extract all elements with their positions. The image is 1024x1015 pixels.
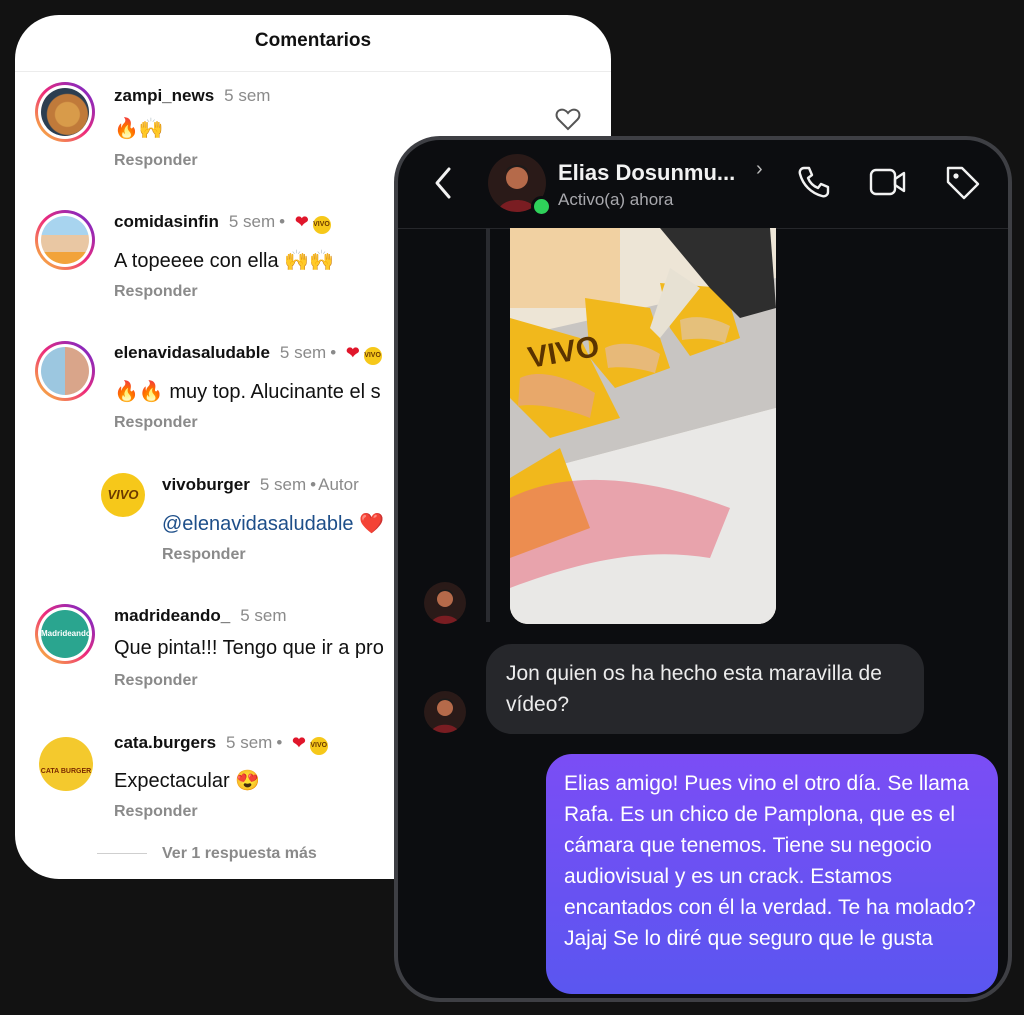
separator-dot: • xyxy=(310,475,317,494)
online-status-dot xyxy=(531,196,552,217)
comment-text: 🔥🔥 muy top. Alucinante el s xyxy=(114,381,381,403)
heart-like-icon[interactable] xyxy=(555,107,581,131)
author-label: Autor xyxy=(318,475,359,494)
video-call-icon[interactable] xyxy=(868,164,908,200)
reply-button[interactable]: Responder xyxy=(114,283,198,301)
comment-text: 🔥🙌 xyxy=(114,118,164,140)
back-arrow-icon[interactable] xyxy=(434,166,452,200)
avatar[interactable] xyxy=(35,82,95,142)
avatar[interactable]: CATA BURGER xyxy=(37,735,95,793)
contact-status: Activo(a) ahora xyxy=(558,190,674,209)
incoming-message-bubble[interactable]: Jon quien os ha hecho esta maravilla de … xyxy=(486,644,924,734)
vivo-logo: VIVO xyxy=(101,473,145,517)
view-more-replies[interactable]: Ver 1 respuesta más xyxy=(162,845,317,863)
comment-header: zampi_news 5 sem xyxy=(114,86,270,106)
divider-line xyxy=(97,853,147,854)
comment-age: 5 sem xyxy=(226,733,273,752)
separator-dot: • xyxy=(330,343,337,362)
comments-title: Comentarios xyxy=(15,15,611,72)
contact-avatar-small[interactable] xyxy=(424,582,466,624)
creator-avatar-mini: VIVO xyxy=(309,737,328,755)
avatar[interactable] xyxy=(35,341,95,401)
dm-panel: Elias Dosunmu... › Activo(a) ahora VIVO … xyxy=(394,136,1012,1002)
person-avatar-icon xyxy=(431,698,459,733)
comment-header: elenavidasaludable 5 sem • ❤ VIVO xyxy=(114,343,382,365)
reply-button[interactable]: Responder xyxy=(114,803,198,821)
reply-button[interactable]: Responder xyxy=(114,672,198,690)
comment-age: 5 sem xyxy=(224,86,271,105)
outgoing-message-bubble[interactable]: Elias amigo! Pues vino el otro día. Se l… xyxy=(546,754,998,994)
comment-age: 5 sem xyxy=(259,475,307,494)
cata-burgers-logo: CATA BURGER xyxy=(39,737,93,791)
creator-liked-heart-icon: ❤ xyxy=(346,345,360,362)
username[interactable]: zampi_news xyxy=(114,86,214,105)
creator-liked-heart-icon: ❤ xyxy=(292,735,306,752)
tag-label-icon[interactable] xyxy=(944,164,982,200)
avatar[interactable] xyxy=(35,210,95,270)
comment-text: Expectacular 😍 xyxy=(114,770,261,792)
creator-avatar-mini: VIVO xyxy=(363,347,382,365)
separator-dot: • xyxy=(279,212,286,231)
shared-video[interactable]: VIVO xyxy=(510,228,776,624)
comment-text: Que pinta!!! Tengo que ir a pro xyxy=(114,637,384,659)
comment-header: vivoburger 5 sem • Autor xyxy=(162,475,359,495)
contact-name[interactable]: Elias Dosunmu... xyxy=(558,160,735,186)
reply-button[interactable]: Responder xyxy=(162,546,246,564)
phone-call-icon[interactable] xyxy=(796,164,832,200)
comment-text[interactable]: @elenavidasaludable ❤️ xyxy=(162,511,384,536)
comment-text: A topeeee con ella 🙌🙌 xyxy=(114,250,334,272)
chat-header: Elias Dosunmu... › Activo(a) ahora xyxy=(398,140,1008,229)
username[interactable]: vivoburger xyxy=(162,475,250,494)
avatar[interactable]: Madrideando xyxy=(35,604,95,664)
reply-button[interactable]: Responder xyxy=(114,152,198,170)
madrideando-logo: Madrideando xyxy=(41,610,91,658)
creator-liked-heart-icon: ❤ xyxy=(295,214,309,231)
contact-avatar-small[interactable] xyxy=(424,691,466,733)
reply-thread-line xyxy=(486,228,490,622)
comment-age: 5 sem xyxy=(240,606,287,625)
video-frame-image: VIVO xyxy=(510,228,776,624)
username[interactable]: madrideando_ xyxy=(114,606,230,625)
comment-age: 5 sem xyxy=(279,343,327,362)
username[interactable]: comidasinfin xyxy=(114,212,219,231)
comment-header: comidasinfin 5 sem • ❤ VIVO xyxy=(114,212,331,234)
separator-dot: • xyxy=(276,733,283,752)
chevron-right-icon[interactable]: › xyxy=(756,158,763,181)
reply-button[interactable]: Responder xyxy=(114,414,198,432)
username[interactable]: elenavidasaludable xyxy=(114,343,270,362)
comment-age: 5 sem xyxy=(228,212,276,231)
comment-header: cata.burgers 5 sem • ❤ VIVO xyxy=(114,733,328,755)
username[interactable]: cata.burgers xyxy=(114,733,216,752)
comment-header: madrideando_ 5 sem xyxy=(114,606,287,626)
creator-avatar-mini: VIVO xyxy=(312,216,331,234)
person-avatar-icon xyxy=(431,589,459,624)
avatar[interactable]: VIVO xyxy=(101,473,145,517)
